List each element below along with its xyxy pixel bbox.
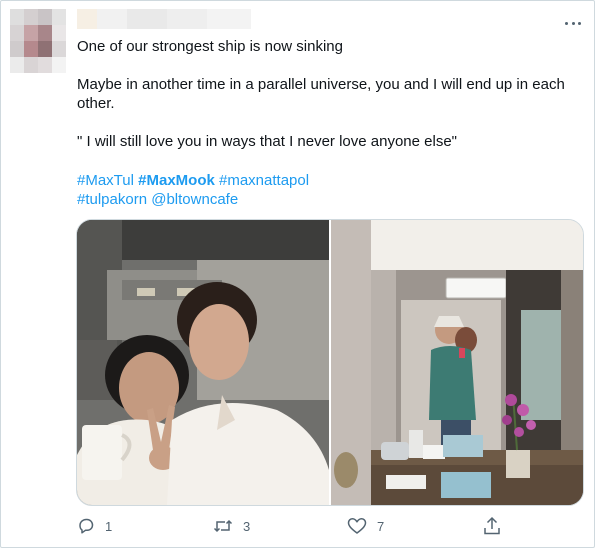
tweet-text-quote: " I will still love you in ways that I n… [77, 133, 457, 150]
retweet-button[interactable]: 3 [213, 517, 250, 535]
selfie-photo-icon [77, 220, 329, 505]
action-bar: 1 3 7 [1, 515, 595, 537]
media-grid [76, 219, 584, 506]
share-button[interactable] [483, 516, 501, 536]
hashtag-maxtul[interactable]: #MaxTul [77, 172, 134, 189]
reply-icon [79, 518, 94, 534]
mention-bltowncafe[interactable]: @bltowncafe [151, 191, 238, 208]
like-button[interactable]: 7 [347, 517, 384, 535]
more-icon[interactable] [565, 15, 581, 31]
reply-button[interactable]: 1 [77, 517, 112, 535]
hashtag-maxnattapol[interactable]: #maxnattapol [219, 172, 309, 189]
tweet-text-line-1: One of our strongest ship is now sinking [77, 38, 343, 55]
hashtag-row-2: #tulpakorn @bltowncafe [77, 190, 238, 209]
tweet-card[interactable]: One of our strongest ship is now sinking… [0, 0, 595, 548]
hashtag-row-1: #MaxTul #MaxMook #maxnattapol [77, 171, 309, 190]
hashtag-tulpakorn[interactable]: #tulpakorn [77, 191, 147, 208]
tweet-text-line-3: other. [77, 95, 115, 112]
retweet-count: 3 [243, 518, 251, 534]
like-count: 7 [377, 518, 385, 534]
heart-icon [347, 518, 367, 534]
retweet-icon [213, 519, 233, 533]
photo-selfie[interactable] [77, 220, 329, 505]
tweet-text-line-2: Maybe in another time in a parallel univ… [77, 76, 565, 93]
photo-mirror-selfie[interactable] [331, 220, 583, 505]
author-name-redacted[interactable] [77, 9, 251, 29]
share-icon [484, 516, 500, 535]
mirror-selfie-photo-icon [331, 220, 583, 505]
avatar[interactable] [10, 9, 66, 73]
hashtag-maxmook[interactable]: #MaxMook [138, 172, 215, 189]
reply-count: 1 [105, 518, 113, 534]
